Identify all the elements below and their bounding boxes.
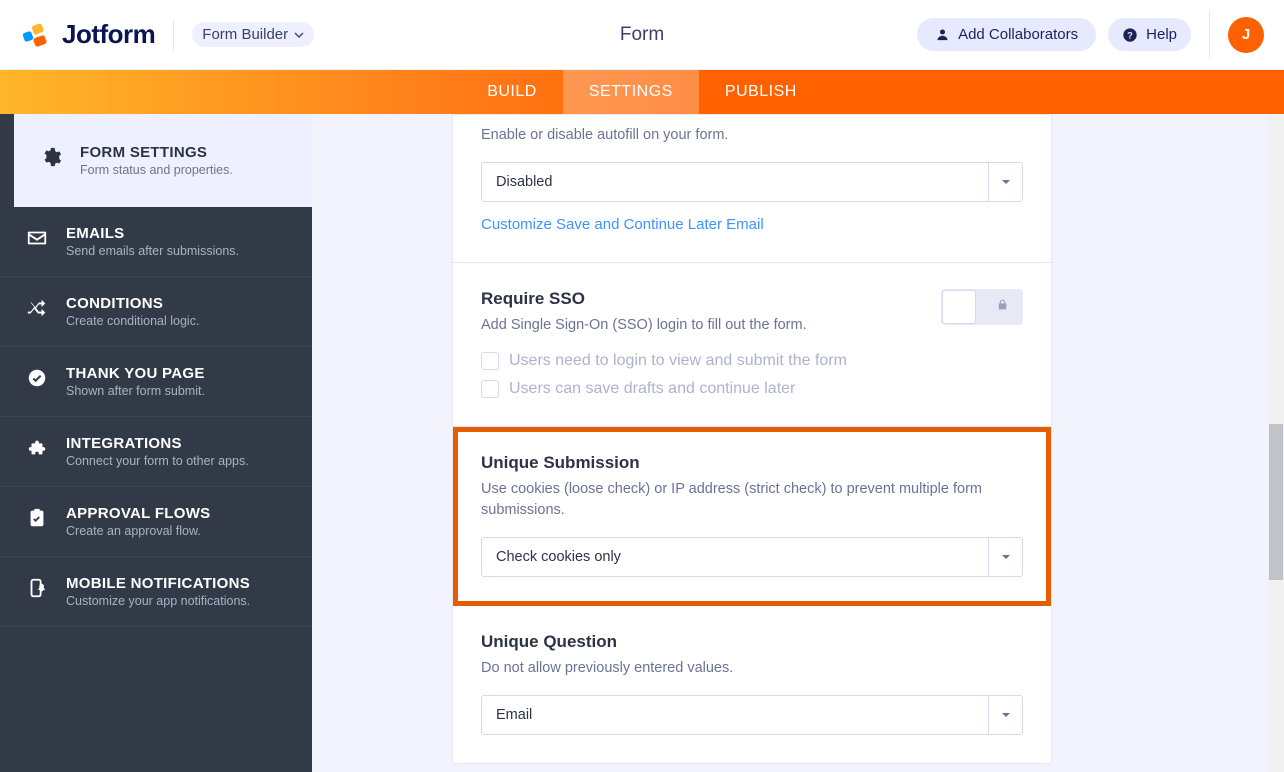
sidebar-item-desc: Send emails after submissions.	[66, 244, 239, 258]
section-unique-question: Unique Question Do not allow previously …	[453, 606, 1051, 763]
form-builder-label: Form Builder	[202, 26, 288, 43]
customize-save-continue-link[interactable]: Customize Save and Continue Later Email	[481, 216, 764, 233]
toggle-knob	[942, 290, 976, 324]
sidebar-item-desc: Shown after form submit.	[66, 384, 205, 398]
sidebar-item-form-settings[interactable]: FORM SETTINGS Form status and properties…	[14, 114, 312, 207]
help-button[interactable]: ? Help	[1108, 18, 1191, 51]
checkbox[interactable]	[481, 380, 499, 398]
sidebar-item-title: FORM SETTINGS	[80, 144, 233, 161]
unique-question-select[interactable]: Email	[481, 695, 1023, 735]
add-collaborators-label: Add Collaborators	[958, 26, 1078, 43]
chevron-down-icon	[294, 30, 304, 40]
section-require-sso: Require SSO Add Single Sign-On (SSO) log…	[453, 263, 1051, 427]
scrollbar-thumb[interactable]	[1269, 424, 1283, 580]
header-divider-2	[1209, 11, 1210, 59]
sidebar-item-title: MOBILE NOTIFICATIONS	[66, 575, 250, 592]
header-right: Add Collaborators ? Help J	[917, 11, 1264, 59]
autofill-select-value: Disabled	[482, 174, 566, 190]
logo-text: Jotform	[62, 19, 155, 50]
settings-sidebar: FORM SETTINGS Form status and properties…	[0, 114, 312, 772]
scrollbar-track[interactable]	[1268, 114, 1284, 772]
gear-icon	[38, 146, 64, 168]
main-tabs: BUILD SETTINGS PUBLISH	[0, 70, 1284, 114]
sidebar-item-approval-flows[interactable]: APPROVAL FLOWS Create an approval flow.	[0, 487, 312, 557]
unique-question-select-value: Email	[482, 707, 546, 723]
shuffle-icon	[24, 297, 50, 319]
section-autofill: Enable or disable autofill on your form.…	[453, 115, 1051, 263]
sidebar-item-desc: Customize your app notifications.	[66, 594, 250, 608]
chevron-down-icon	[988, 538, 1022, 576]
autofill-select[interactable]: Disabled	[481, 162, 1023, 202]
sidebar-item-title: CONDITIONS	[66, 295, 199, 312]
add-collaborators-button[interactable]: Add Collaborators	[917, 18, 1096, 51]
clipboard-check-icon	[24, 507, 50, 529]
help-icon: ?	[1122, 27, 1138, 43]
unique-question-title: Unique Question	[481, 632, 1023, 652]
sidebar-item-emails[interactable]: EMAILS Send emails after submissions.	[0, 207, 312, 277]
sso-desc: Add Single Sign-On (SSO) login to fill o…	[481, 315, 941, 336]
sso-option-login-row[interactable]: Users need to login to view and submit t…	[481, 352, 1023, 370]
checkbox[interactable]	[481, 352, 499, 370]
sidebar-item-conditions[interactable]: CONDITIONS Create conditional logic.	[0, 277, 312, 347]
tab-build[interactable]: BUILD	[461, 70, 563, 114]
workspace: FORM SETTINGS Form status and properties…	[0, 114, 1284, 772]
logo[interactable]: Jotform	[22, 19, 155, 50]
chevron-down-icon	[988, 163, 1022, 201]
check-circle-icon	[24, 367, 50, 389]
svg-text:?: ?	[1127, 30, 1133, 40]
mobile-bell-icon	[24, 577, 50, 599]
sidebar-item-desc: Form status and properties.	[80, 163, 233, 177]
puzzle-icon	[24, 437, 50, 459]
content-area: Enable or disable autofill on your form.…	[312, 114, 1284, 772]
app-header: Jotform Form Builder Form Add Collaborat…	[0, 0, 1284, 70]
person-icon	[935, 27, 950, 42]
sidebar-item-thank-you[interactable]: THANK YOU PAGE Shown after form submit.	[0, 347, 312, 417]
help-label: Help	[1146, 26, 1177, 43]
sidebar-item-desc: Create conditional logic.	[66, 314, 199, 328]
unique-submission-desc: Use cookies (loose check) or IP address …	[481, 479, 1023, 521]
page-title: Form	[620, 24, 664, 46]
settings-panel: Enable or disable autofill on your form.…	[452, 114, 1052, 764]
jotform-logo-icon	[22, 20, 52, 50]
sso-option-drafts-label: Users can save drafts and continue later	[509, 380, 795, 398]
user-avatar[interactable]: J	[1228, 17, 1264, 53]
section-unique-submission: Unique Submission Use cookies (loose che…	[453, 427, 1051, 606]
sidebar-item-desc: Create an approval flow.	[66, 524, 210, 538]
unique-submission-select-value: Check cookies only	[482, 549, 635, 565]
sso-toggle[interactable]	[941, 289, 1023, 325]
autofill-desc: Enable or disable autofill on your form.	[481, 125, 1023, 146]
sso-option-drafts-row[interactable]: Users can save drafts and continue later	[481, 380, 1023, 398]
lock-icon	[996, 297, 1009, 317]
avatar-initial: J	[1242, 26, 1250, 43]
sidebar-item-title: EMAILS	[66, 225, 239, 242]
sidebar-item-title: THANK YOU PAGE	[66, 365, 205, 382]
sidebar-item-mobile-notifications[interactable]: MOBILE NOTIFICATIONS Customize your app …	[0, 557, 312, 627]
envelope-icon	[24, 227, 50, 249]
unique-question-desc: Do not allow previously entered values.	[481, 658, 1023, 679]
unique-submission-title: Unique Submission	[481, 453, 1023, 473]
tab-publish[interactable]: PUBLISH	[699, 70, 823, 114]
sidebar-item-integrations[interactable]: INTEGRATIONS Connect your form to other …	[0, 417, 312, 487]
sidebar-item-title: INTEGRATIONS	[66, 435, 249, 452]
sso-option-login-label: Users need to login to view and submit t…	[509, 352, 847, 370]
chevron-down-icon	[988, 696, 1022, 734]
sidebar-item-title: APPROVAL FLOWS	[66, 505, 210, 522]
sidebar-item-desc: Connect your form to other apps.	[66, 454, 249, 468]
sso-title: Require SSO	[481, 289, 941, 309]
unique-submission-select[interactable]: Check cookies only	[481, 537, 1023, 577]
header-divider	[173, 20, 174, 50]
tab-settings[interactable]: SETTINGS	[563, 70, 699, 114]
form-builder-dropdown[interactable]: Form Builder	[192, 22, 314, 47]
